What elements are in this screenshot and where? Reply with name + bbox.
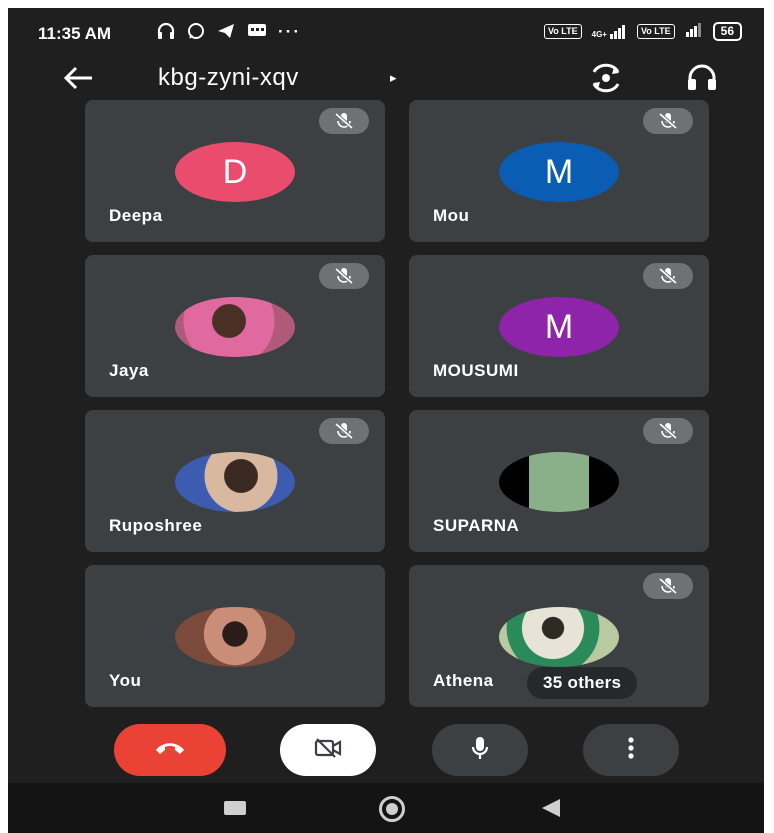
participant-tile[interactable]: Athena 35 others [409,565,709,707]
headset-icon [156,22,176,45]
camera-off-icon [313,737,343,764]
avatar: M [499,142,619,202]
participant-name: You [109,671,142,690]
nav-back-icon[interactable] [542,799,560,817]
more-options-button[interactable] [583,724,679,776]
participant-name: Mou [433,206,470,225]
more-vert-icon [627,736,635,765]
participant-name: Deepa [109,206,163,225]
avatar-photo [175,452,295,512]
participant-tile[interactable]: Jaya [85,255,385,397]
status-right: Vo LTE 4G+ Vo LTE 56 [543,22,742,41]
mic-muted-icon [319,418,369,444]
telegram-icon [216,22,236,45]
avatar-photo [175,607,295,667]
volte-badge: Vo LTE [543,24,582,39]
meeting-header: kbg-zyni-xqv ▸ [8,60,764,104]
android-nav-bar [8,783,764,833]
status-notification-icons: ··· [156,22,301,45]
audio-output-icon[interactable] [684,62,720,94]
signal-icon [685,23,703,40]
recents-icon[interactable] [224,801,246,815]
participant-name: Athena [433,671,494,690]
participant-tile[interactable]: M MOUSUMI [409,255,709,397]
signal-4g-icon: 4G+ [592,24,627,39]
avatar-photo [499,452,619,512]
meet-screen: 11:35 AM ··· Vo LTE 4G+ Vo LTE 56 kbg-zy… [8,8,764,833]
end-call-button[interactable] [114,724,226,776]
mic-muted-icon [643,108,693,134]
switch-camera-icon[interactable] [588,62,624,94]
camera-toggle-button[interactable] [280,724,376,776]
participant-tile-self[interactable]: You [85,565,385,707]
mic-muted-icon [319,108,369,134]
avatar-photo [175,297,295,357]
call-controls [8,722,764,782]
status-bar: 11:35 AM ··· Vo LTE 4G+ Vo LTE 56 [8,8,764,60]
participant-tile[interactable]: SUPARNA [409,410,709,552]
participant-tile[interactable]: D Deepa [85,100,385,242]
others-count-chip[interactable]: 35 others [527,667,638,699]
mic-muted-icon [643,418,693,444]
participant-name: SUPARNA [433,516,520,535]
mic-muted-icon [319,263,369,289]
message-icon [246,22,268,45]
avatar: D [175,142,295,202]
participant-name: Jaya [109,361,149,380]
meeting-info-caret-icon[interactable]: ▸ [390,70,397,86]
microphone-icon [469,735,491,766]
microphone-button[interactable] [432,724,528,776]
status-time: 11:35 AM [38,24,112,43]
participant-name: Ruposhree [109,516,203,535]
battery-indicator: 56 [712,22,742,41]
mic-muted-icon [643,263,693,289]
avatar-photo [499,607,619,667]
more-dots-icon: ··· [278,22,301,41]
back-arrow-icon[interactable] [58,60,98,96]
volte-badge-2: Vo LTE [636,24,675,39]
mic-muted-icon [643,573,693,599]
participant-name: MOUSUMI [433,361,519,380]
participant-tile[interactable]: M Mou [409,100,709,242]
meeting-code[interactable]: kbg-zyni-xqv [158,64,299,92]
home-icon[interactable] [379,796,405,822]
participant-tile[interactable]: Ruposhree [85,410,385,552]
avatar: M [499,297,619,357]
hang-up-icon [153,739,187,762]
whatsapp-icon [186,22,206,45]
